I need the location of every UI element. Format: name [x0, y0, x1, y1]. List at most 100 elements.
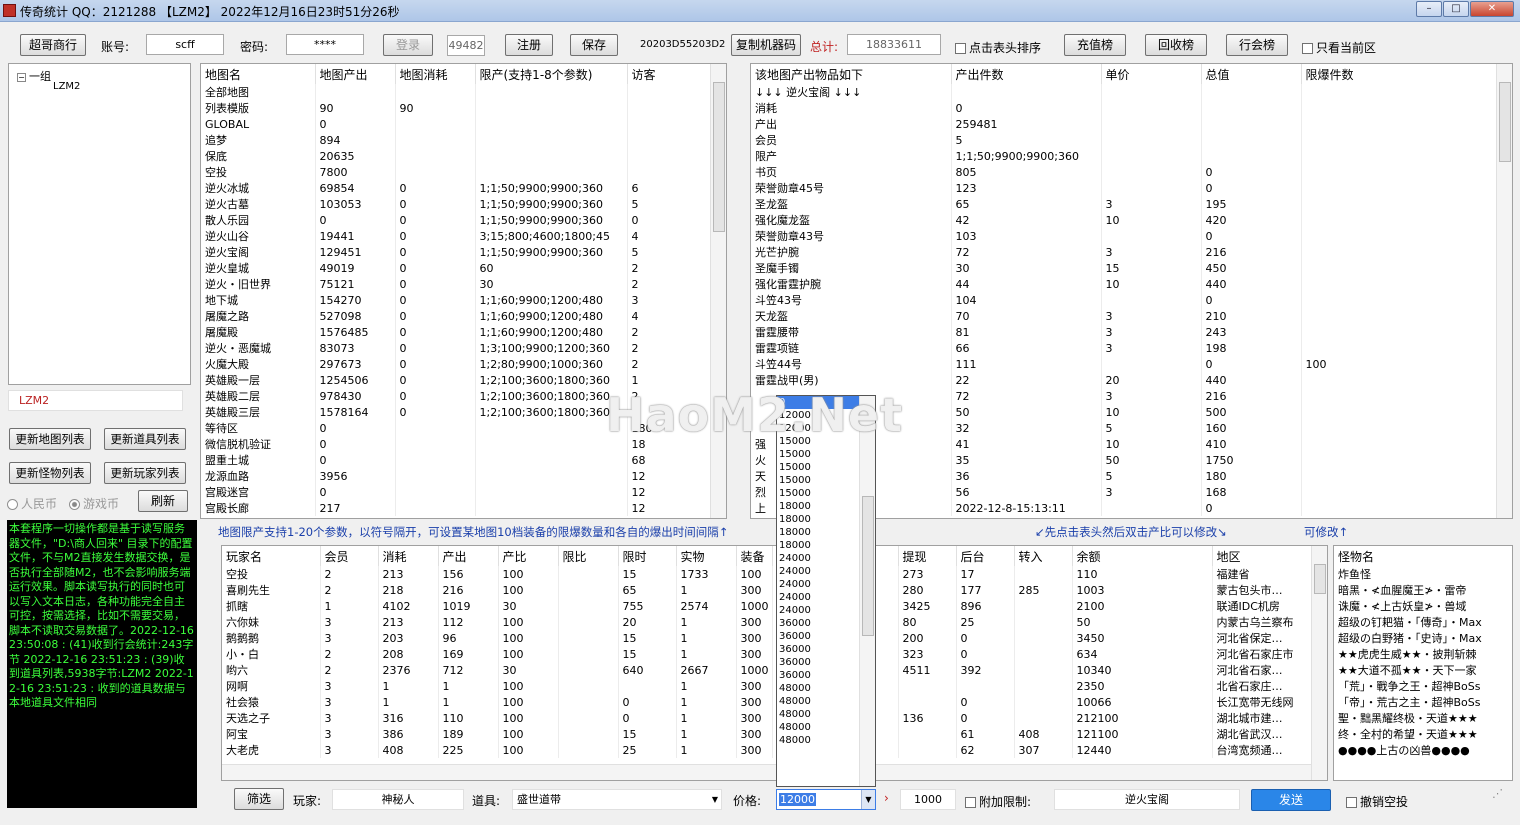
- table-row[interactable]: 阿宝3386189100151300061408121100湖北省武汉…: [222, 726, 1312, 742]
- table-row[interactable]: 屠魔殿 1576485 0 1;1;60;9900;1200;480 2: [201, 324, 712, 340]
- table-row[interactable]: 全部地图: [201, 84, 712, 100]
- item-select[interactable]: 盛世道带 ▼: [512, 789, 722, 810]
- rmb-option[interactable]: 人民币: [7, 495, 57, 512]
- send-button[interactable]: 发送: [1251, 789, 1331, 811]
- update-item-button[interactable]: 更新道具列表: [104, 428, 186, 450]
- table-row[interactable]: 雷霆腰带 81 3 243: [751, 324, 1498, 340]
- player-table[interactable]: 玩家名会员消耗产出产比限比限时实物装备狂充值提现后台转入余额地区空投221315…: [222, 546, 1312, 758]
- table-row[interactable]: 六你妹3213112100201300239802550内蒙古乌兰察布: [222, 614, 1312, 630]
- table-row[interactable]: 空投22131561001517331001675027317110福建省: [222, 566, 1312, 582]
- player-table-scrollbar[interactable]: [1311, 546, 1327, 780]
- cancel-airdrop-checkbox[interactable]: [1346, 797, 1357, 808]
- column-header[interactable]: 产比: [498, 546, 559, 566]
- column-header[interactable]: 限产(支持1-8个参数): [475, 64, 628, 84]
- table-row[interactable]: 逆火宝阁 129451 0 1;1;50;9900;9900;360 5: [201, 244, 712, 260]
- table-row[interactable]: 屠魔之路 527098 0 1;1;60;9900;1200;480 4: [201, 308, 712, 324]
- table-row[interactable]: ★★大道不孤★★・天下一家: [1334, 662, 1512, 678]
- table-row[interactable]: 终・全村的希望・天道★★★: [1334, 726, 1512, 742]
- account-field[interactable]: scff: [146, 34, 224, 55]
- table-row[interactable]: 「帝」・荒古之主・超神BoSs: [1334, 694, 1512, 710]
- extra-limit-checkbox[interactable]: [965, 797, 976, 808]
- player-table-hscrollbar[interactable]: [222, 764, 1311, 780]
- table-row[interactable]: 消耗 0: [751, 100, 1498, 116]
- resize-grip-icon[interactable]: ⋰: [1492, 787, 1503, 800]
- column-header[interactable]: 余额: [1072, 546, 1213, 566]
- tree-root[interactable]: − 一组: [17, 68, 51, 84]
- column-header[interactable]: 访客: [627, 64, 712, 84]
- cancel-airdrop-option[interactable]: 撤销空投: [1346, 793, 1408, 810]
- table-row[interactable]: ●●●●上古の凶兽●●●●: [1334, 742, 1512, 758]
- table-row[interactable]: 产出 259481: [751, 116, 1498, 132]
- update-player-button[interactable]: 更新玩家列表: [104, 462, 186, 484]
- update-monster-button[interactable]: 更新怪物列表: [9, 462, 91, 484]
- table-row[interactable]: 龙源血路 3956 12: [201, 468, 712, 484]
- update-map-button[interactable]: 更新地图列表: [9, 428, 91, 450]
- chevron-down-icon[interactable]: ▼: [712, 790, 718, 809]
- column-header[interactable]: 该地图产出物品如下: [751, 64, 952, 84]
- table-row[interactable]: 天龙盔 70 3 210: [751, 308, 1498, 324]
- price-select[interactable]: 12000 ▼: [776, 789, 876, 810]
- table-row[interactable]: 逆火山谷 19441 0 3;15;800;4600;1800;45 4: [201, 228, 712, 244]
- tree-collapse-icon[interactable]: −: [17, 73, 26, 82]
- game-coin-option[interactable]: 游戏币: [69, 495, 119, 512]
- item-table-scrollbar[interactable]: [1496, 64, 1512, 518]
- table-row[interactable]: 圣魔手镯 30 15 450: [751, 260, 1498, 276]
- recycle-rank-button[interactable]: 回收榜: [1145, 34, 1207, 56]
- table-row[interactable]: 聖・黜黑耀终极・天道★★★: [1334, 710, 1512, 726]
- column-header[interactable]: 限爆件数: [1301, 64, 1498, 84]
- column-header[interactable]: 转入: [1014, 546, 1073, 566]
- table-row[interactable]: 逆火・旧世界 75121 0 30 2: [201, 276, 712, 292]
- column-header[interactable]: 消耗: [378, 546, 439, 566]
- table-row[interactable]: 宫殿迷宫 0 12: [201, 484, 712, 500]
- table-row[interactable]: 保底 20635: [201, 148, 712, 164]
- register-button[interactable]: 注册: [505, 34, 553, 56]
- table-row[interactable]: 列表模版 90 90: [201, 100, 712, 116]
- rmb-radio[interactable]: [7, 499, 18, 510]
- column-header[interactable]: 地区: [1212, 546, 1312, 566]
- table-row[interactable]: 限产 1;1;50;9900;9900;360: [751, 148, 1498, 164]
- table-row[interactable]: 网啊 3 1 1 100 1 300 2350 北省石家庄…: [222, 678, 1312, 694]
- table-row[interactable]: 超级の白野猪・「史诗」・Max: [1334, 630, 1512, 646]
- column-header[interactable]: 后台: [956, 546, 1015, 566]
- table-row[interactable]: 空投 7800: [201, 164, 712, 180]
- column-header[interactable]: 产出: [438, 546, 499, 566]
- table-row[interactable]: 大老虎34082251002513001206230712440台湾宽频通…: [222, 742, 1312, 758]
- table-row[interactable]: ↓↓↓ 逆火宝阁 ↓↓↓: [751, 84, 1498, 100]
- column-header[interactable]: 装备: [736, 546, 773, 566]
- port-field[interactable]: 49482: [447, 35, 485, 56]
- table-row[interactable]: 散人乐园 0 0 1;1;50;9900;9900;360 0: [201, 212, 712, 228]
- quantity-field[interactable]: 1000: [900, 789, 956, 810]
- recharge-rank-button[interactable]: 充值榜: [1064, 34, 1126, 56]
- table-row[interactable]: 炸鱼怪: [1334, 566, 1512, 582]
- table-row[interactable]: 「荒」・戰争之王・超神BoSs: [1334, 678, 1512, 694]
- table-row[interactable]: 鹅鹅鹅32039610015130024020003450河北省保定…: [222, 630, 1312, 646]
- dropdown-scrollbar[interactable]: [859, 396, 875, 786]
- guild-rank-button[interactable]: 行会榜: [1226, 34, 1288, 56]
- table-row[interactable]: 盟重土城 0 68: [201, 452, 712, 468]
- table-row[interactable]: 宫殿长廊 217 12: [201, 500, 712, 516]
- password-field[interactable]: ****: [286, 34, 364, 55]
- table-row[interactable]: 超级の钉耙猫・「傳奇」・Max: [1334, 614, 1512, 630]
- table-row[interactable]: 火魔大殿 297673 0 1;2;80;9900;1000;360 2: [201, 356, 712, 372]
- table-row[interactable]: 斗笠44号 111 0 100: [751, 356, 1498, 372]
- column-header[interactable]: 地图消耗: [395, 64, 476, 84]
- column-header[interactable]: 地图产出: [315, 64, 396, 84]
- sort-checkbox[interactable]: [955, 43, 966, 54]
- game-coin-radio[interactable]: [69, 499, 80, 510]
- monster-table[interactable]: 怪物名 炸鱼怪 暗黑・≮血腥魔王≯・雷帝 诛魔・≮上古妖皇≯・兽域 超级の钉耙猫・「傳奇…: [1334, 546, 1512, 758]
- table-row[interactable]: ★★虎虎生威★★・披荆斩棘: [1334, 646, 1512, 662]
- table-row[interactable]: 逆火古墓 103053 0 1;1;50;9900;9900;360 5: [201, 196, 712, 212]
- server-field[interactable]: LZM2: [8, 390, 183, 411]
- column-header[interactable]: 产出件数: [951, 64, 1102, 84]
- maximize-button[interactable]: □: [1443, 1, 1469, 17]
- table-row[interactable]: 强化魔龙盔 42 10 420: [751, 212, 1498, 228]
- filter-button[interactable]: 筛选: [234, 788, 284, 810]
- table-row[interactable]: 书页 805 0: [751, 164, 1498, 180]
- column-header[interactable]: 玩家名: [222, 546, 321, 566]
- player-field[interactable]: 神秘人: [332, 789, 464, 810]
- table-row[interactable]: 强化雷霆护腕 44 10 440: [751, 276, 1498, 292]
- table-row[interactable]: 天选之子3316110100013003501360212100湖北城市建…: [222, 710, 1312, 726]
- map-field[interactable]: 逆火宝阁: [1054, 789, 1240, 810]
- column-header[interactable]: 实物: [676, 546, 737, 566]
- table-row[interactable]: 逆火冰城 69854 0 1;1;50;9900;9900;360 6: [201, 180, 712, 196]
